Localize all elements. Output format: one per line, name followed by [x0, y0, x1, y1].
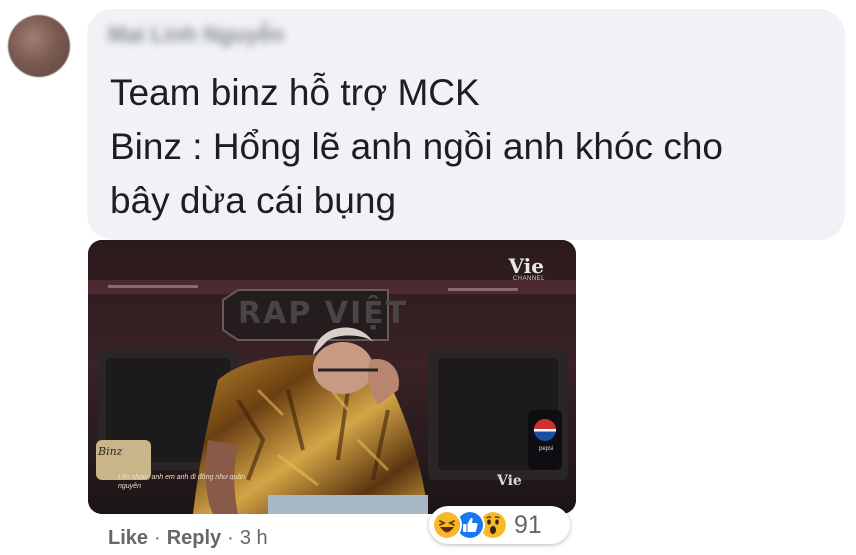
like-link[interactable]: Like	[108, 527, 148, 549]
commenter-avatar[interactable]	[8, 15, 70, 77]
comment-actions: Like · Reply · 3 h	[108, 527, 268, 550]
separator: ·	[227, 527, 234, 549]
reaction-count: 91	[514, 511, 542, 539]
comment-author-name[interactable]: Mai Linh Nguyễn	[108, 22, 284, 48]
video-caption: Lên show, anh em anh đi đồng như quân ng…	[118, 474, 246, 490]
reply-link[interactable]: Reply	[167, 527, 221, 549]
timestamp[interactable]: 3 h	[240, 527, 268, 549]
vie-watermark: Vie	[497, 473, 522, 489]
reactions-summary[interactable]: 91	[429, 506, 570, 544]
pepsi-label: pepsi	[539, 446, 554, 452]
comment-line: bây dừa cái bụng	[110, 180, 397, 221]
caption-badge: Binz	[98, 445, 123, 458]
vie-channel-label: CHANNEL	[512, 276, 545, 282]
comment-line: Binz : Hổng lẽ anh ngồi anh khóc cho	[110, 126, 723, 167]
rap-viet-sign: RAP VIỆT	[238, 296, 409, 331]
vie-channel-logo: Vie	[508, 254, 545, 278]
separator: ·	[154, 527, 161, 549]
haha-icon	[432, 510, 462, 540]
comment-text: Team binz hỗ trợ MCK Binz : Hổng lẽ anh …	[110, 66, 830, 228]
comment-line: Team binz hỗ trợ MCK	[110, 72, 480, 113]
comment-image[interactable]: Vie CHANNEL RAP VIỆT pepsi Vie Binz Lên …	[88, 240, 576, 514]
